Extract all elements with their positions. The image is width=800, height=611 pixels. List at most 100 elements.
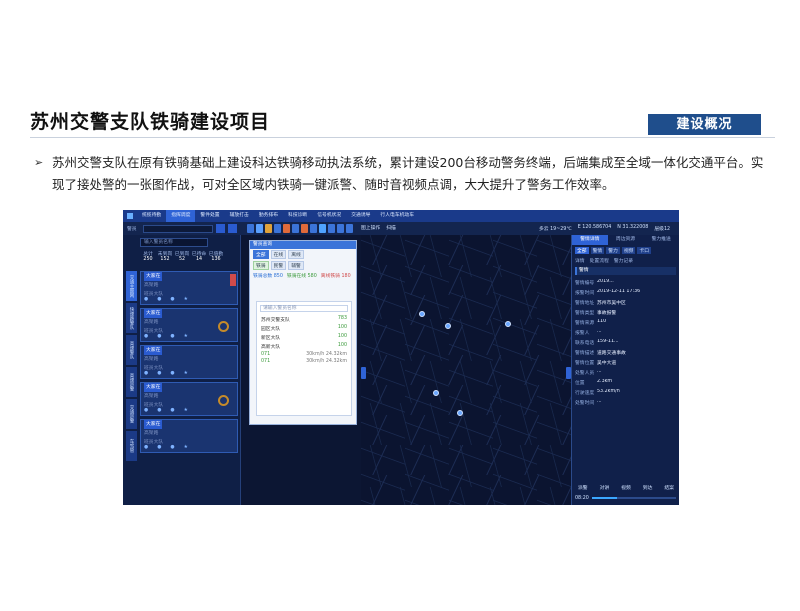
tree-item[interactable]: 新区大队 100 bbox=[257, 333, 351, 342]
group-tab[interactable]: 高速巡警 bbox=[126, 367, 137, 397]
call-icon[interactable]: ● bbox=[157, 408, 161, 413]
tool-icon[interactable] bbox=[337, 224, 344, 233]
arrive-button[interactable]: 到达 bbox=[643, 484, 653, 491]
star-icon[interactable]: ★ bbox=[184, 445, 188, 450]
filter-chip[interactable]: 在线 bbox=[270, 250, 287, 259]
nav-item[interactable]: 统揽待勤 bbox=[137, 210, 166, 222]
search-scope-label[interactable]: 警员 bbox=[127, 225, 137, 232]
tree-item[interactable]: 071 30km/h 24.32km bbox=[257, 351, 351, 358]
filter-chip[interactable]: 民警 bbox=[270, 261, 287, 270]
locate-icon[interactable]: ● bbox=[144, 408, 148, 413]
officer-marker-icon[interactable] bbox=[457, 410, 463, 416]
tool-icon[interactable] bbox=[247, 224, 254, 233]
tab-nearby[interactable]: 周边资源 bbox=[608, 235, 644, 245]
tool-icon[interactable] bbox=[274, 224, 281, 233]
video-icon[interactable]: ● bbox=[170, 334, 174, 339]
nav-item[interactable]: 警件处置 bbox=[195, 210, 224, 222]
nav-item-active[interactable]: 指挥调度 bbox=[166, 210, 196, 222]
tool-icon[interactable] bbox=[319, 224, 326, 233]
playback-slider[interactable] bbox=[592, 497, 676, 499]
collapse-left-icon[interactable] bbox=[361, 367, 366, 379]
nav-item[interactable]: 辅放打击 bbox=[225, 210, 254, 222]
detail-chip[interactable]: 全部 bbox=[575, 247, 589, 254]
search-icon[interactable] bbox=[215, 224, 225, 233]
officer-marker-icon[interactable] bbox=[433, 390, 439, 396]
tree-search-input[interactable]: 请输入警员名称 bbox=[260, 305, 348, 312]
locate-icon[interactable]: ● bbox=[144, 371, 148, 376]
tree-item[interactable]: 园区大队 100 bbox=[257, 324, 351, 333]
nav-item[interactable]: 科技诊断 bbox=[283, 210, 312, 222]
video-icon[interactable]: ● bbox=[170, 371, 174, 376]
filter-chip[interactable]: 全部 bbox=[253, 250, 269, 259]
detail-chip[interactable]: 警情 bbox=[590, 247, 605, 254]
group-tab[interactable]: 车驾管 bbox=[126, 431, 137, 461]
tool-icon[interactable] bbox=[310, 224, 317, 233]
dispatch-button[interactable]: 派警 bbox=[578, 484, 588, 491]
group-tab[interactable]: 交通主题网 bbox=[126, 271, 137, 301]
filter-chip[interactable]: 离线 bbox=[288, 250, 304, 259]
tool-icon[interactable] bbox=[328, 224, 335, 233]
call-icon[interactable]: ● bbox=[157, 334, 161, 339]
filter-chip[interactable]: 辅警 bbox=[288, 261, 304, 270]
tool-icon[interactable] bbox=[292, 224, 299, 233]
locate-icon[interactable]: ● bbox=[144, 334, 148, 339]
group-tab[interactable]: 高速警队 bbox=[126, 335, 137, 365]
officer-card[interactable]: 大家在 高架路 班员大队 ● ● ● ★ bbox=[140, 345, 238, 379]
star-icon[interactable]: ★ bbox=[184, 334, 188, 339]
stat-label[interactable]: 已到岗 bbox=[174, 250, 190, 257]
nav-item[interactable]: 交通诱导 bbox=[346, 210, 375, 222]
map-canvas[interactable] bbox=[361, 235, 571, 505]
detail-chip[interactable]: 卡口 bbox=[637, 247, 652, 254]
intercom-button[interactable]: 对讲 bbox=[600, 484, 610, 491]
subtab[interactable]: 详情 bbox=[575, 257, 585, 264]
call-icon[interactable]: ● bbox=[157, 371, 161, 376]
video-icon[interactable]: ● bbox=[170, 408, 174, 413]
locate-icon[interactable]: ● bbox=[144, 445, 148, 450]
tab-push[interactable]: 警力推送 bbox=[643, 235, 679, 245]
officer-card[interactable]: 大家在 高架路 班员大队 ● ● ● ★ bbox=[140, 382, 238, 416]
detail-chip[interactable]: 警力 bbox=[606, 247, 620, 254]
locate-icon[interactable]: ● bbox=[144, 297, 148, 302]
call-icon[interactable]: ● bbox=[157, 297, 161, 302]
map-operation-menu[interactable]: 图上操作 bbox=[361, 224, 380, 231]
tool-icon[interactable] bbox=[256, 224, 263, 233]
nav-item[interactable]: 勤务排布 bbox=[254, 210, 283, 222]
filter-chip[interactable]: 铁骑 bbox=[253, 261, 269, 270]
star-icon[interactable]: ★ bbox=[184, 371, 188, 376]
tool-icon[interactable] bbox=[283, 224, 290, 233]
global-search-input[interactable] bbox=[142, 224, 213, 233]
nav-item[interactable]: 行人电车机动车 bbox=[375, 210, 419, 222]
officer-search-input[interactable]: 输入警员名称 bbox=[140, 238, 208, 247]
tool-icon[interactable] bbox=[265, 224, 272, 233]
video-icon[interactable]: ● bbox=[170, 445, 174, 450]
officer-marker-icon[interactable] bbox=[445, 323, 451, 329]
stat-label[interactable]: 未到岗 bbox=[157, 250, 173, 257]
add-icon[interactable] bbox=[227, 224, 237, 233]
star-icon[interactable]: ★ bbox=[184, 297, 188, 302]
tool-icon[interactable] bbox=[346, 224, 353, 233]
officer-marker-icon[interactable] bbox=[419, 311, 425, 317]
stat-label[interactable]: 已值勤 bbox=[208, 250, 224, 257]
map-scan-button[interactable]: 扫描 bbox=[386, 224, 396, 231]
officer-card[interactable]: 大家在 高架路 班员大队 ● ● ● ★ bbox=[140, 308, 238, 342]
group-tab[interactable]: 快速路警队 bbox=[126, 303, 137, 333]
close-case-button[interactable]: 结案 bbox=[664, 484, 674, 491]
tree-item[interactable]: 071 30km/h 24.32km bbox=[257, 358, 351, 365]
star-icon[interactable]: ★ bbox=[184, 408, 188, 413]
video-button[interactable]: 视频 bbox=[621, 484, 631, 491]
call-icon[interactable]: ● bbox=[157, 445, 161, 450]
stat-label[interactable]: 总计 bbox=[140, 250, 156, 257]
officer-marker-icon[interactable] bbox=[505, 321, 511, 327]
stat-label[interactable]: 已待命 bbox=[191, 250, 207, 257]
subtab[interactable]: 处置流程 bbox=[590, 257, 609, 264]
officer-card[interactable]: 大家在 高架路 班员大队 ● ● ● ★ bbox=[140, 419, 238, 453]
video-icon[interactable]: ● bbox=[170, 297, 174, 302]
officer-card[interactable]: 大家在 高架路 班员大队 ● ● ● ★ bbox=[140, 271, 238, 305]
group-tab[interactable]: 交通巡警 bbox=[126, 399, 137, 429]
detail-chip[interactable]: 视频 bbox=[621, 247, 636, 254]
nav-item[interactable]: 信号机状况 bbox=[312, 210, 346, 222]
tree-item[interactable]: 高新大队 100 bbox=[257, 342, 351, 351]
subtab[interactable]: 警力记录 bbox=[614, 257, 633, 264]
tree-item[interactable]: 苏州交警支队 783 bbox=[257, 315, 351, 324]
tab-incident-detail[interactable]: 警情详情 bbox=[572, 235, 608, 245]
